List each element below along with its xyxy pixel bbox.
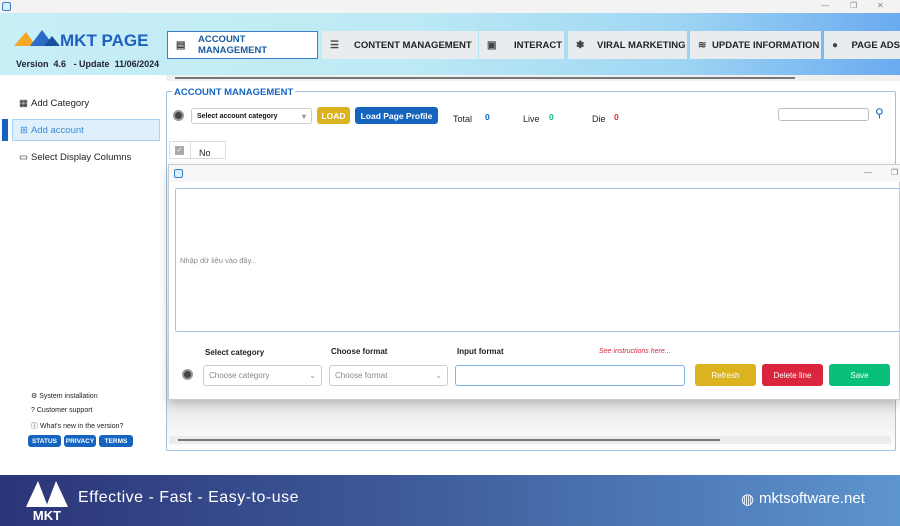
tab-label: UPDATE INFORMATION bbox=[712, 39, 820, 51]
group-icon: ❃ bbox=[576, 39, 585, 51]
sidebar-item-add-account[interactable]: ⊞ Add account bbox=[12, 119, 160, 141]
search-input[interactable] bbox=[778, 108, 869, 121]
add-account-icon: ⊞ bbox=[20, 124, 28, 136]
live-label: Live bbox=[523, 114, 540, 124]
chevron-down-icon: ⌄ bbox=[309, 371, 316, 380]
choose-format-label: Choose format bbox=[331, 347, 388, 356]
input-format-field[interactable] bbox=[455, 365, 685, 386]
tab-viral-marketing[interactable]: ❃ VIRAL MARKETING bbox=[568, 31, 687, 59]
tab-interact[interactable]: ▣ INTERACT bbox=[479, 31, 564, 59]
title-bar: — ❐ ✕ bbox=[0, 0, 900, 13]
total-count: 0 bbox=[485, 112, 490, 122]
globe-icon: ◍ bbox=[741, 491, 755, 508]
facebook-icon: ● bbox=[832, 39, 839, 51]
save-button[interactable]: Save bbox=[829, 364, 890, 386]
load-page-profile-button[interactable]: Load Page Profile bbox=[355, 107, 438, 124]
terms-button[interactable]: TERMS bbox=[99, 435, 133, 447]
tab-account-management[interactable]: ▤ ACCOUNT MANAGEMENT bbox=[167, 31, 318, 59]
search-icon[interactable]: ⚲ bbox=[875, 106, 884, 120]
gear-icon: ⚙ bbox=[31, 393, 38, 400]
status-button[interactable]: STATUS bbox=[28, 435, 61, 447]
chevron-down-icon: ▾ bbox=[301, 111, 306, 121]
reset-icon[interactable] bbox=[173, 110, 184, 121]
select-value: Select account category bbox=[197, 112, 278, 120]
sidebar-item-label: Add Category bbox=[30, 97, 90, 109]
version-info: Version 4.6 - Update 11/06/2024 bbox=[16, 59, 159, 69]
link-label: System installation bbox=[39, 393, 98, 400]
instructions-link[interactable]: See instructions here... bbox=[599, 348, 671, 355]
tab-content-management[interactable]: ☰ CONTENT MANAGEMENT bbox=[322, 31, 478, 59]
version: 4.6 bbox=[53, 59, 67, 69]
chevron-down-icon: ⌄ bbox=[435, 371, 442, 380]
minimize-button[interactable]: — bbox=[821, 1, 829, 10]
sidebar-item-add-category[interactable]: ▦ Add Category bbox=[12, 92, 160, 114]
section-title: ACCOUNT MANAGEMENT bbox=[172, 87, 296, 98]
category-select[interactable]: Choose category ⌄ bbox=[203, 365, 322, 386]
format-select[interactable]: Choose format ⌄ bbox=[329, 365, 448, 386]
sidebar-item-label: Add account bbox=[30, 124, 84, 136]
refresh-button[interactable]: Refresh bbox=[695, 364, 756, 386]
tab-update-information[interactable]: ≋ UPDATE INFORMATION bbox=[690, 31, 821, 59]
total-label: Total bbox=[453, 114, 473, 124]
close-button[interactable]: ✕ bbox=[877, 1, 884, 10]
select-category-label: Select category bbox=[205, 348, 265, 357]
column-no[interactable]: No bbox=[199, 148, 211, 158]
sidebar-link-whats-new[interactable]: ⓘ What's new in the version? bbox=[31, 421, 123, 431]
app-icon bbox=[2, 2, 11, 11]
app-name: MKT PAGE bbox=[60, 31, 149, 50]
tab-label: PAGE ADS bbox=[851, 39, 900, 51]
dialog-restore-button[interactable]: ❐ bbox=[891, 168, 898, 177]
help-icon: ? bbox=[31, 407, 35, 414]
load-button[interactable]: LOAD bbox=[317, 107, 350, 124]
select-all-checkbox[interactable]: ✓ bbox=[175, 146, 184, 155]
sidebar-link-system-installation[interactable]: ⚙ System installation bbox=[31, 392, 98, 400]
reset-icon[interactable] bbox=[182, 369, 193, 380]
sidebar-link-customer-support[interactable]: ? Customer support bbox=[31, 407, 93, 414]
website-link[interactable]: mktsoftware.net bbox=[759, 490, 865, 507]
link-label: What's new in the version? bbox=[39, 423, 124, 430]
sidebar-item-select-display-columns[interactable]: ▭ Select Display Columns bbox=[12, 146, 160, 168]
delete-line-button[interactable]: Delete line bbox=[762, 364, 823, 386]
dialog-minimize-button[interactable]: — bbox=[864, 168, 872, 177]
slogan: Effective - Fast - Easy-to-use bbox=[78, 489, 299, 506]
input-format-label: Input format bbox=[457, 347, 504, 356]
top-scrollbar[interactable] bbox=[166, 75, 900, 81]
select-value: Choose format bbox=[335, 371, 388, 380]
list-icon: ☰ bbox=[330, 39, 339, 51]
live-count: 0 bbox=[549, 112, 554, 122]
link-label: Customer support bbox=[36, 407, 93, 414]
footer-banner: MKT Effective - Fast - Easy-to-use ◍ mkt… bbox=[0, 475, 900, 526]
category-icon: ▦ bbox=[19, 97, 28, 109]
tab-label: INTERACT bbox=[514, 39, 563, 51]
info-icon: ⓘ bbox=[31, 423, 38, 430]
privacy-button[interactable]: PRIVACY bbox=[64, 435, 96, 447]
interact-icon: ▣ bbox=[487, 39, 497, 51]
monitor-icon: ▭ bbox=[19, 151, 28, 163]
bottom-scrollbar[interactable] bbox=[169, 436, 891, 444]
update-icon: ≋ bbox=[698, 39, 707, 51]
account-icon: ▤ bbox=[176, 39, 186, 51]
mkt-logo: MKT bbox=[24, 479, 70, 522]
active-indicator bbox=[2, 119, 8, 141]
dialog-app-icon bbox=[174, 169, 183, 178]
die-count: 0 bbox=[614, 112, 619, 122]
restore-button[interactable]: ❐ bbox=[850, 1, 857, 10]
tab-label: ACCOUNT MANAGEMENT bbox=[197, 34, 268, 56]
sidebar-item-label: Select Display Columns bbox=[30, 151, 132, 163]
tab-label: CONTENT MANAGEMENT bbox=[354, 39, 472, 51]
die-label: Die bbox=[592, 114, 606, 124]
logo-icon bbox=[14, 30, 60, 46]
textarea-placeholder: Nhập dữ liệu vào đây... bbox=[180, 256, 258, 265]
add-account-dialog: — ❐ Nhập dữ liệu vào đây... Select categ… bbox=[168, 164, 900, 400]
table-header: ✓ No bbox=[169, 141, 226, 159]
dialog-title-bar: — ❐ bbox=[169, 165, 900, 182]
update-date: 11/06/2024 bbox=[114, 59, 160, 69]
update-label: - Update bbox=[73, 59, 110, 69]
version-label: Version bbox=[16, 59, 49, 69]
account-category-select[interactable]: Select account category ▾ bbox=[191, 108, 312, 124]
tab-label: VIRAL MARKETING bbox=[597, 39, 686, 51]
data-input-textarea[interactable]: Nhập dữ liệu vào đây... bbox=[175, 188, 900, 332]
select-value: Choose category bbox=[209, 371, 270, 380]
tab-page-ads[interactable]: ● PAGE ADS bbox=[824, 31, 900, 59]
